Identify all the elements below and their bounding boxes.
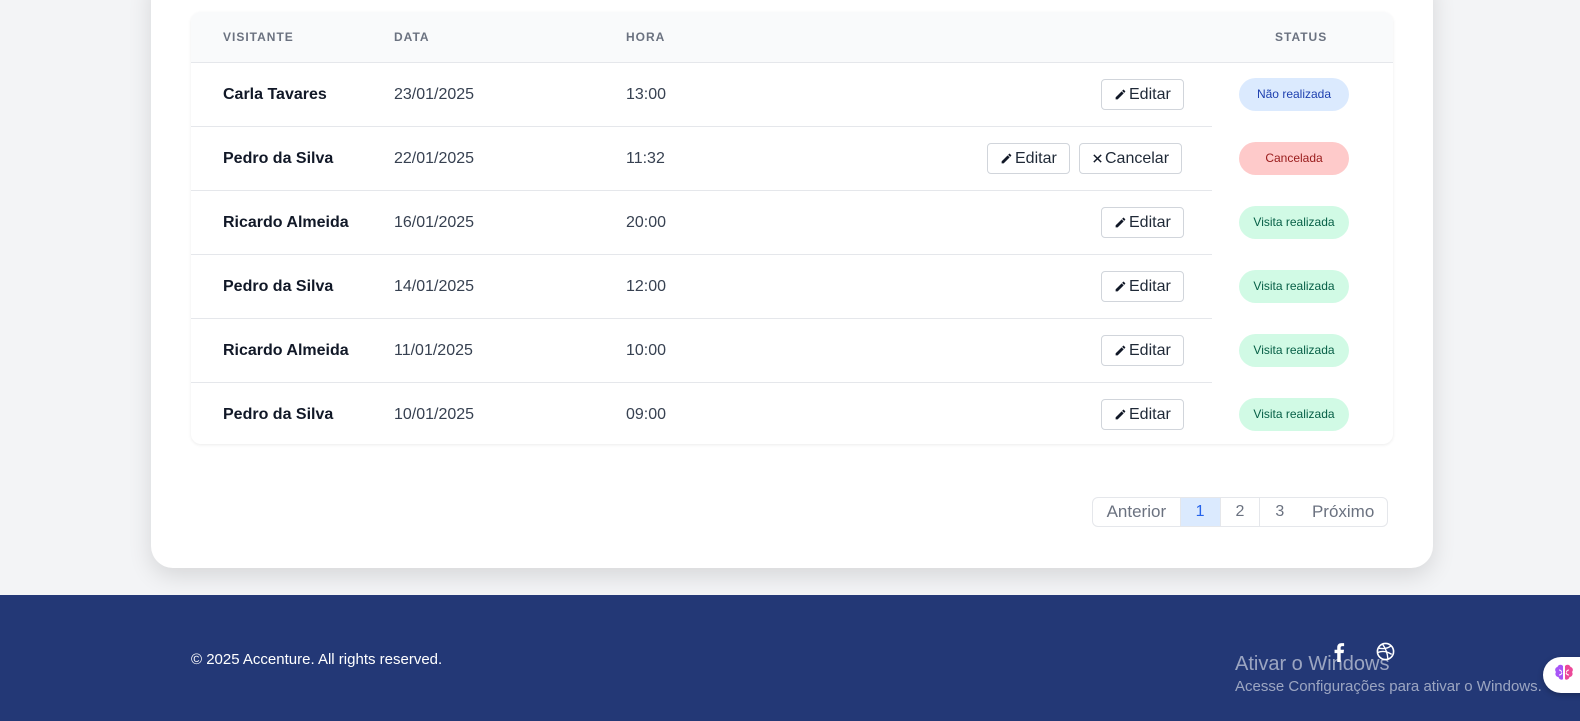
visit-date: 16/01/2025 <box>394 214 475 231</box>
status-badge: Visita realizada <box>1239 398 1349 431</box>
visitor-name: Pedro da Silva <box>223 150 334 167</box>
table-row: Carla Tavares 23/01/2025 13:00 Editar Não re… <box>191 63 1393 127</box>
edit-label: Editar <box>1015 150 1057 167</box>
pencil-icon <box>1114 88 1127 101</box>
windows-activation-title: Ativar o Windows <box>1235 653 1390 675</box>
table-row: Ricardo Almeida 11/01/2025 10:00 Editar Visi… <box>191 319 1393 383</box>
visit-time: 11:32 <box>626 150 665 167</box>
header-date: DATA <box>394 30 430 44</box>
visit-date: 14/01/2025 <box>394 278 475 295</box>
table-row: Pedro da Silva 22/01/2025 11:32 Cancelar Edi… <box>191 127 1393 191</box>
edit-button[interactable]: Editar <box>1101 79 1184 110</box>
edit-label: Editar <box>1129 214 1171 231</box>
pencil-icon <box>1114 216 1127 229</box>
visit-time: 13:00 <box>626 86 667 103</box>
edit-button[interactable]: Editar <box>1101 271 1184 302</box>
assistant-floating-button[interactable] <box>1543 657 1580 693</box>
table-row: Pedro da Silva 10/01/2025 09:00 Editar Visit… <box>191 383 1393 444</box>
edit-label: Editar <box>1129 86 1171 103</box>
close-icon <box>1092 153 1103 164</box>
visitor-name: Pedro da Silva <box>223 278 334 295</box>
brain-icon <box>1553 663 1575 688</box>
pencil-icon <box>1114 408 1127 421</box>
edit-button[interactable]: Editar <box>987 143 1070 174</box>
status-badge: Não realizada <box>1239 78 1349 111</box>
visits-card: VISITANTE DATA HORA STATUS Carla Tavares… <box>151 0 1433 568</box>
pagination-previous[interactable]: Anterior <box>1093 498 1180 526</box>
edit-label: Editar <box>1129 342 1171 359</box>
header-time: HORA <box>626 30 666 44</box>
visit-date: 11/01/2025 <box>394 342 473 359</box>
visitor-name: Pedro da Silva <box>223 406 334 423</box>
visitor-name: Ricardo Almeida <box>223 342 349 359</box>
header-status: STATUS <box>1275 30 1328 44</box>
status-badge: Visita realizada <box>1239 270 1349 303</box>
pencil-icon <box>1000 152 1013 165</box>
visit-time: 20:00 <box>626 214 667 231</box>
status-badge: Cancelada <box>1239 142 1349 175</box>
edit-label: Editar <box>1129 406 1171 423</box>
pagination-page-2[interactable]: 2 <box>1219 498 1260 526</box>
status-badge: Visita realizada <box>1239 206 1349 239</box>
pagination-page-3[interactable]: 3 <box>1259 498 1299 526</box>
windows-activation-subtitle: Acesse Configurações para ativar o Windo… <box>1235 678 1542 695</box>
visit-time: 12:00 <box>626 278 667 295</box>
pencil-icon <box>1114 344 1127 357</box>
pencil-icon <box>1114 280 1127 293</box>
visit-time: 09:00 <box>626 406 667 423</box>
visit-date: 22/01/2025 <box>394 150 475 167</box>
header-visitor: VISITANTE <box>223 30 294 44</box>
edit-button[interactable]: Editar <box>1101 399 1184 430</box>
edit-button[interactable]: Editar <box>1101 207 1184 238</box>
cancel-button[interactable]: Cancelar <box>1079 143 1183 174</box>
visit-time: 10:00 <box>626 342 667 359</box>
site-footer: © 2025 Accenture. All rights reserved. A… <box>0 595 1580 721</box>
edit-button[interactable]: Editar <box>1101 335 1184 366</box>
table-row: Ricardo Almeida 16/01/2025 20:00 Editar Visi… <box>191 191 1393 255</box>
pagination: Anterior 1 2 3 Próximo <box>1092 497 1388 527</box>
status-badge: Visita realizada <box>1239 334 1349 367</box>
pagination-page-1[interactable]: 1 <box>1179 498 1220 526</box>
visits-table: VISITANTE DATA HORA STATUS Carla Tavares… <box>191 12 1393 444</box>
edit-label: Editar <box>1129 278 1171 295</box>
cancel-label: Cancelar <box>1105 150 1170 167</box>
footer-copyright: © 2025 Accenture. All rights reserved. <box>191 651 443 668</box>
visit-date: 23/01/2025 <box>394 86 475 103</box>
visitor-name: Ricardo Almeida <box>223 214 349 231</box>
table-header: VISITANTE DATA HORA STATUS <box>191 12 1393 63</box>
visit-date: 10/01/2025 <box>394 406 475 423</box>
visitor-name: Carla Tavares <box>223 86 327 103</box>
table-row: Pedro da Silva 14/01/2025 12:00 Editar Visit… <box>191 255 1393 319</box>
pagination-next[interactable]: Próximo <box>1299 498 1387 526</box>
